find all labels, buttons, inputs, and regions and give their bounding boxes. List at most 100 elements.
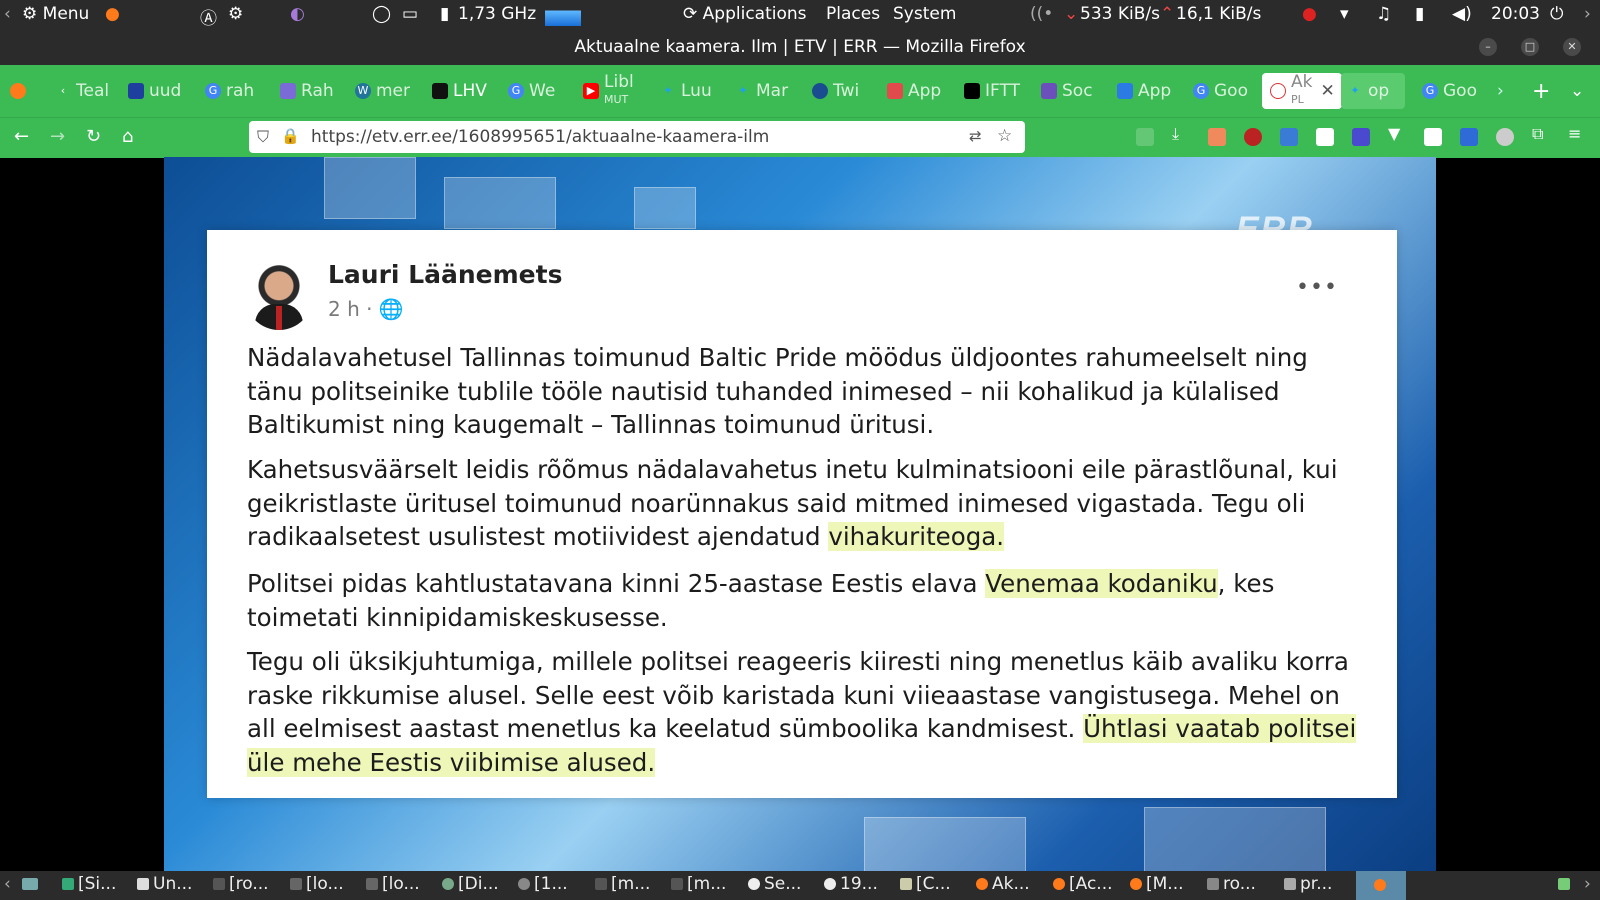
tab-18[interactable]: G Goo: [1422, 73, 1482, 109]
url-bar[interactable]: ⛉ 🔒 https://etv.err.ee/1608995651/aktuaa…: [249, 121, 1025, 153]
tab-4[interactable]: Wmer: [355, 73, 415, 109]
firefox-view-icon[interactable]: [10, 73, 40, 109]
chevron-right-icon[interactable]: ›: [1584, 874, 1591, 894]
hamburger-menu-icon[interactable]: ≡: [1568, 124, 1586, 143]
background-cube: [634, 187, 696, 229]
tab-0[interactable]: ‹ Teal: [55, 73, 115, 109]
lock-icon[interactable]: 🔒: [281, 127, 300, 145]
taskbar-item-4[interactable]: [lo...: [366, 874, 420, 894]
extension-icon[interactable]: [1352, 128, 1370, 146]
url-text[interactable]: https://etv.err.ee/1608995651/aktuaalne-…: [311, 127, 769, 147]
battery-icon[interactable]: ▮: [1415, 4, 1424, 24]
minimize-button[interactable]: –: [1479, 38, 1497, 56]
extension-icon[interactable]: [1208, 128, 1226, 146]
taskbar-item-9[interactable]: Se...: [748, 874, 801, 894]
terminal-icon[interactable]: ▭: [402, 4, 418, 24]
taskbar-item-10[interactable]: 19...: [824, 874, 878, 894]
list-tabs-icon[interactable]: ⌄: [1570, 73, 1590, 109]
firefox-launcher-icon[interactable]: ●: [105, 4, 120, 24]
menu-button[interactable]: ⚙ Menu: [22, 4, 89, 24]
system-menu[interactable]: System: [893, 4, 956, 24]
settings-icon[interactable]: ⚙: [228, 4, 243, 24]
tab-6[interactable]: G We: [508, 73, 568, 109]
tab-15[interactable]: G Goo: [1193, 73, 1255, 109]
taskbar-item-firefox-active[interactable]: [1356, 871, 1406, 900]
taskbar-item-13[interactable]: [Ac...: [1053, 874, 1113, 894]
scroll-tabs-right-icon[interactable]: ›: [1497, 73, 1517, 109]
google-icon: G: [205, 83, 221, 99]
tab-label: IFTT: [985, 81, 1020, 101]
tab-3[interactable]: Rah: [280, 73, 340, 109]
tab-13[interactable]: Soc: [1041, 73, 1103, 109]
taskbar-item-15[interactable]: ro...: [1207, 874, 1256, 894]
shield-icon[interactable]: ⛉: [257, 127, 269, 147]
window-title: Aktuaalne kaamera. Ilm | ETV | ERR — Moz…: [574, 37, 1026, 57]
downloads-icon[interactable]: ⤓: [1172, 124, 1190, 143]
trash-icon[interactable]: [1558, 874, 1574, 894]
window-titlebar[interactable]: Aktuaalne kaamera. Ilm | ETV | ERR — Moz…: [0, 30, 1600, 65]
taskbar-item-1[interactable]: Un...: [137, 874, 192, 894]
accessibility-icon[interactable]: Ⓐ: [200, 4, 217, 29]
app-launcher-icon[interactable]: ◐: [290, 4, 305, 24]
post-paragraph-1: Nädalavahetusel Tallinnas toimunud Balti…: [247, 341, 1357, 442]
extension-icon[interactable]: [1280, 128, 1298, 146]
opera-icon[interactable]: ◯: [372, 4, 391, 24]
tab-2[interactable]: Grah: [205, 73, 265, 109]
tab-active[interactable]: Ak PL ✕: [1262, 73, 1342, 109]
tab-10[interactable]: Twi: [812, 73, 872, 109]
extension-icon[interactable]: [1460, 128, 1478, 146]
home-icon[interactable]: ⌂: [122, 126, 133, 147]
chevron-right-icon[interactable]: ›: [1584, 4, 1591, 24]
tab-label: Goo: [1214, 81, 1248, 101]
taskbar-item-0[interactable]: [Si...: [62, 874, 116, 894]
tab-1[interactable]: uud: [128, 73, 190, 109]
places-menu[interactable]: Places: [826, 4, 880, 24]
video-frame[interactable]: ERR Lauri Läänemets 2 h · 🌐 ••• Nädalava…: [164, 157, 1436, 871]
sync-icon[interactable]: [1496, 128, 1514, 146]
pocket-icon[interactable]: [1136, 128, 1154, 146]
ublock-icon[interactable]: [1244, 128, 1262, 146]
taskbar-item-8[interactable]: [m...: [671, 874, 726, 894]
taskbar-item-16[interactable]: pr...: [1284, 874, 1332, 894]
taskbar-item-7[interactable]: [m...: [595, 874, 650, 894]
tab-7[interactable]: ▶ Libl MUT: [583, 73, 645, 109]
volume-icon[interactable]: ◀): [1452, 4, 1472, 24]
tab-12[interactable]: IFTT: [964, 73, 1026, 109]
bookmark-star-icon[interactable]: ☆: [997, 126, 1012, 146]
taskbar-item-14[interactable]: [M...: [1130, 874, 1184, 894]
clock[interactable]: 20:03: [1491, 4, 1540, 24]
close-tab-icon[interactable]: ✕: [1320, 81, 1334, 101]
chevron-left-icon[interactable]: ‹: [4, 4, 11, 24]
id-icon[interactable]: [1424, 128, 1442, 146]
reload-icon[interactable]: ↻: [86, 126, 101, 147]
chevron-left-icon[interactable]: ‹: [4, 874, 11, 894]
applications-menu[interactable]: ⟳ Applications: [683, 4, 807, 24]
calendar-icon[interactable]: [1316, 128, 1334, 146]
record-icon[interactable]: ●: [1302, 4, 1317, 24]
close-window-button[interactable]: ✕: [1563, 38, 1581, 56]
extensions-icon[interactable]: ⧉: [1532, 124, 1550, 143]
taskbar-item-2[interactable]: [ro...: [213, 874, 269, 894]
taskbar-item-6[interactable]: [1...: [518, 874, 568, 894]
tab-5[interactable]: LHV: [432, 73, 494, 109]
wifi-icon[interactable]: ▾: [1340, 4, 1349, 24]
translate-icon[interactable]: ⇄: [969, 127, 982, 145]
tab-8[interactable]: ✦ Luu: [660, 73, 720, 109]
taskbar-item-3[interactable]: [lo...: [290, 874, 344, 894]
tab-17[interactable]: ✦ op: [1341, 73, 1405, 109]
power-icon[interactable]: ⏻: [1550, 4, 1563, 24]
back-icon[interactable]: ←: [14, 126, 29, 147]
notifications-icon[interactable]: ♫: [1376, 4, 1391, 24]
taskbar-item-11[interactable]: [C...: [900, 874, 951, 894]
taskbar-item-12[interactable]: Ak...: [976, 874, 1030, 894]
bottom-taskbar: ‹ [Si... Un... [ro... [lo... [lo... [Di.…: [0, 871, 1600, 900]
tab-11[interactable]: App: [887, 73, 949, 109]
forward-icon[interactable]: →: [50, 126, 65, 147]
tab-9[interactable]: ✦ Mar: [735, 73, 795, 109]
taskbar-item-5[interactable]: [Di...: [442, 874, 499, 894]
maximize-button[interactable]: □: [1521, 38, 1539, 56]
new-tab-icon[interactable]: +: [1532, 73, 1552, 109]
show-desktop-icon[interactable]: [22, 874, 42, 894]
tab-14[interactable]: App: [1117, 73, 1179, 109]
filter-icon[interactable]: ▼: [1388, 124, 1406, 143]
